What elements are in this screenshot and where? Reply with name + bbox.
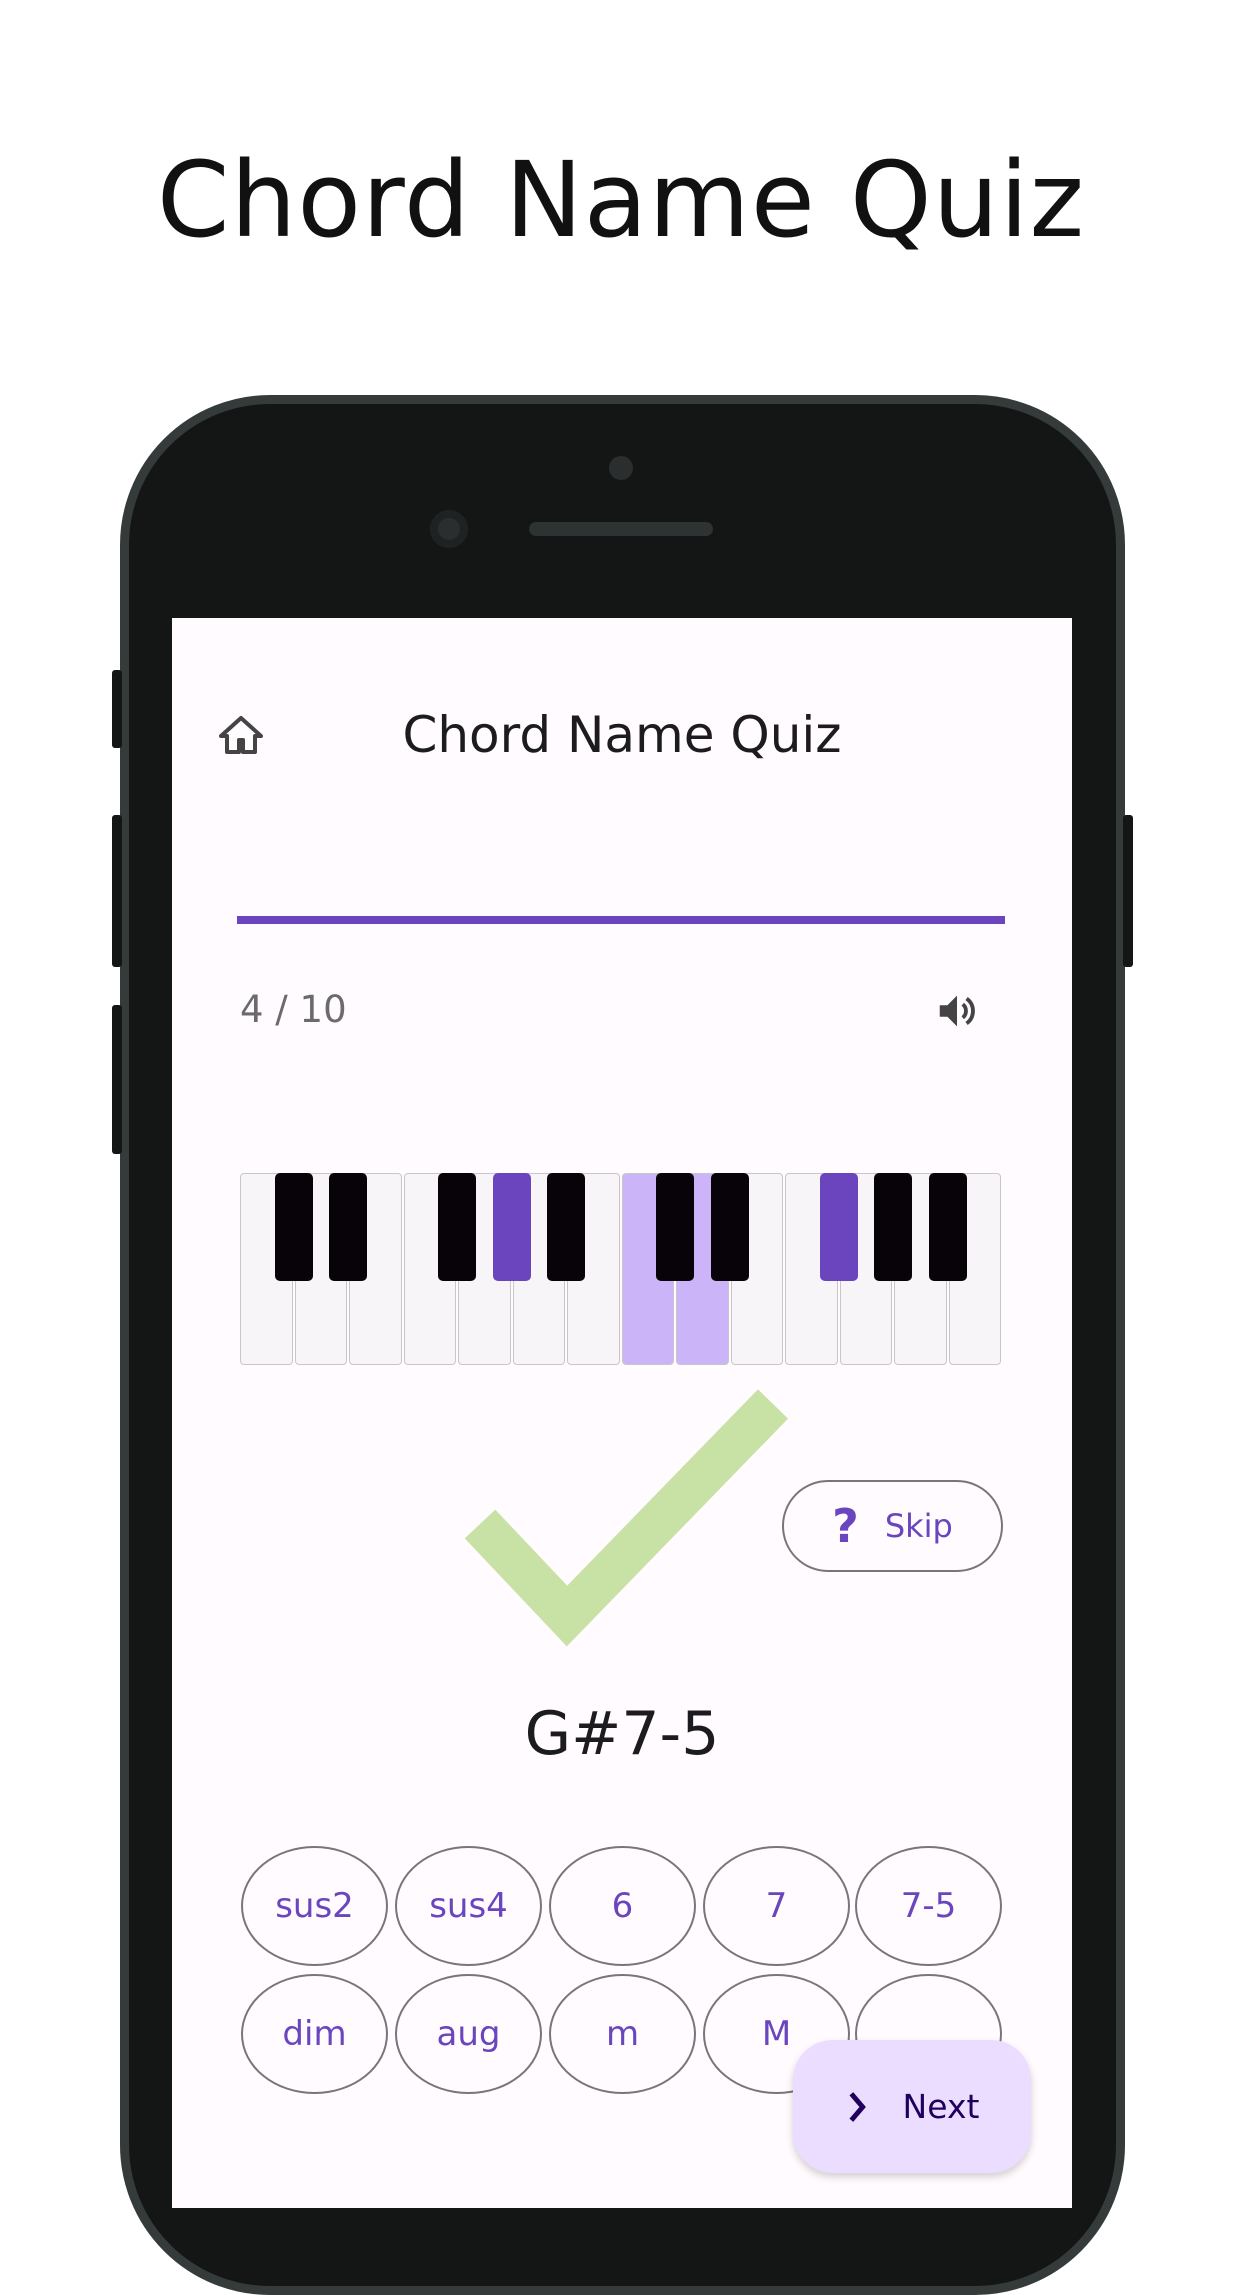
black-key-D#[interactable] bbox=[329, 1173, 367, 1281]
black-key-G#[interactable] bbox=[874, 1173, 912, 1281]
app-title: Chord Name Quiz bbox=[402, 706, 842, 764]
progress-fill bbox=[237, 916, 1005, 924]
chord-option-button[interactable]: m bbox=[549, 1974, 696, 2094]
black-key-A#[interactable] bbox=[928, 1173, 967, 1281]
chord-option-button[interactable]: dim bbox=[241, 1974, 388, 2094]
home-icon[interactable] bbox=[217, 712, 265, 760]
next-button[interactable]: Next bbox=[793, 2040, 1031, 2173]
piano-keyboard bbox=[240, 1173, 1003, 1365]
question-icon: ? bbox=[832, 1499, 859, 1553]
black-key-C#[interactable] bbox=[274, 1173, 313, 1281]
next-label: Next bbox=[902, 2087, 980, 2126]
black-key-A#[interactable] bbox=[547, 1173, 585, 1281]
phone-speaker bbox=[529, 522, 713, 536]
chord-option-button[interactable]: 7 bbox=[703, 1846, 850, 1966]
chord-option-button[interactable]: sus2 bbox=[241, 1846, 388, 1966]
page-headline: Chord Name Quiz bbox=[156, 139, 1086, 261]
phone-power-button bbox=[1123, 815, 1133, 967]
skip-label: Skip bbox=[884, 1507, 953, 1545]
phone-volume-down bbox=[112, 1005, 122, 1154]
phone-mute-switch bbox=[112, 670, 122, 748]
chord-option-button[interactable]: aug bbox=[395, 1974, 542, 2094]
black-key-G#[interactable] bbox=[492, 1173, 531, 1281]
chord-option-button[interactable]: 7-5 bbox=[855, 1846, 1002, 1966]
phone-sensor bbox=[609, 456, 633, 480]
chord-option-button[interactable]: 6 bbox=[549, 1846, 696, 1966]
skip-button[interactable]: ? Skip bbox=[782, 1480, 1003, 1572]
black-key-D#[interactable] bbox=[710, 1173, 749, 1281]
check-icon bbox=[464, 1389, 789, 1647]
progress-track bbox=[237, 916, 1005, 924]
chord-option-button[interactable]: sus4 bbox=[395, 1846, 542, 1966]
chord-name: G#7-5 bbox=[524, 1699, 720, 1769]
phone-camera bbox=[430, 510, 468, 548]
black-key-F#[interactable] bbox=[438, 1173, 476, 1281]
black-key-F#[interactable] bbox=[819, 1173, 858, 1281]
black-key-C#[interactable] bbox=[656, 1173, 694, 1281]
chevron-right-icon bbox=[849, 2091, 866, 2122]
phone-volume-up bbox=[112, 815, 122, 967]
question-counter: 4 / 10 bbox=[240, 988, 347, 1031]
volume-icon[interactable] bbox=[934, 988, 980, 1034]
